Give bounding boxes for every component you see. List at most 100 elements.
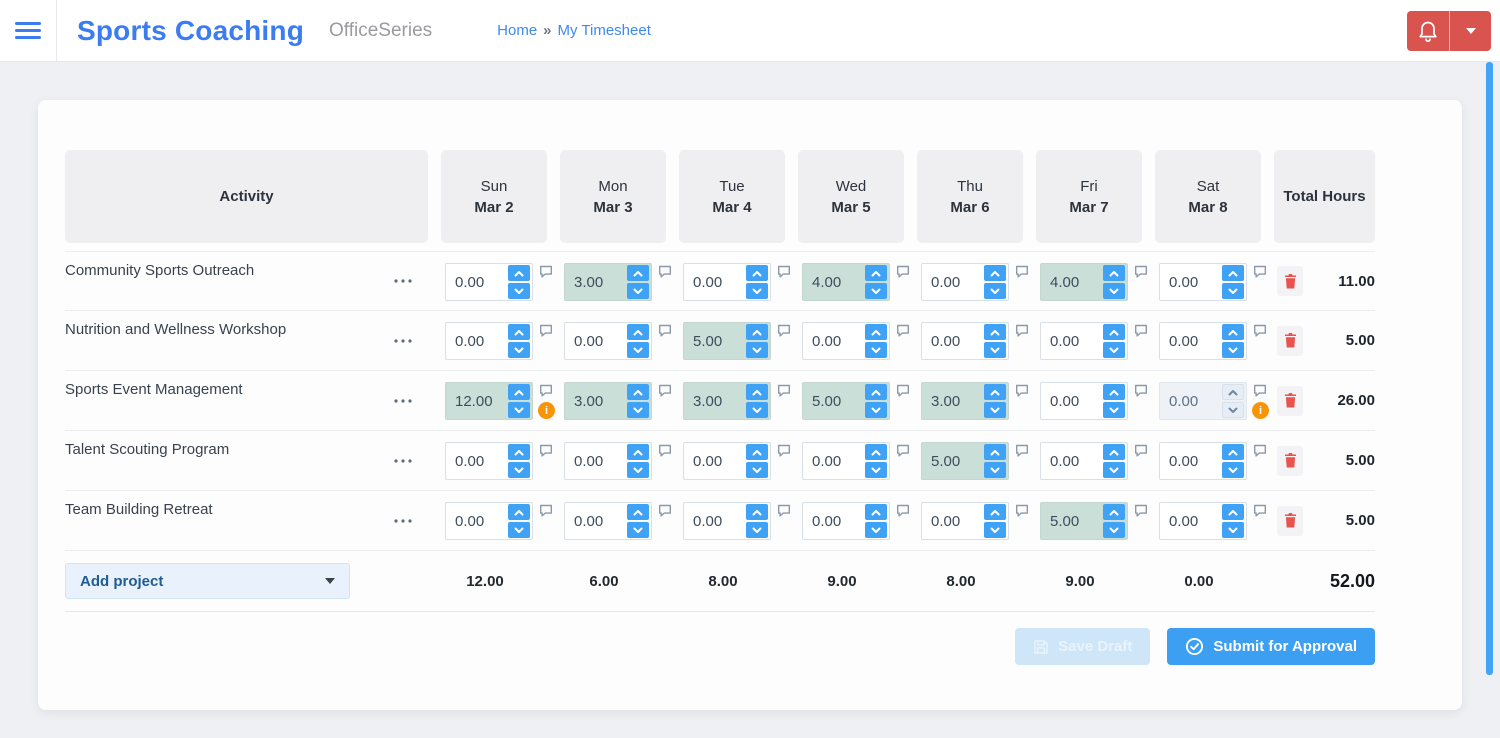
comment-icon[interactable]	[658, 444, 672, 457]
comment-icon[interactable]	[1134, 504, 1148, 517]
account-menu-button[interactable]	[1449, 10, 1491, 51]
comment-icon[interactable]	[1015, 265, 1029, 278]
spinner-down-button[interactable]	[984, 402, 1006, 418]
hours-input[interactable]: 0.00	[802, 502, 890, 540]
comment-icon[interactable]	[539, 444, 553, 457]
spinner-down-button[interactable]	[627, 462, 649, 478]
spinner-down-button[interactable]	[508, 283, 530, 299]
comment-icon[interactable]	[1134, 444, 1148, 457]
spinner-down-button[interactable]	[1222, 342, 1244, 358]
spinner-down-button[interactable]	[1103, 402, 1125, 418]
comment-icon[interactable]	[777, 384, 791, 397]
row-actions-menu[interactable]	[394, 279, 412, 283]
spinner-down-button[interactable]	[746, 342, 768, 358]
spinner-up-button[interactable]	[865, 265, 887, 281]
comment-icon[interactable]	[777, 504, 791, 517]
spinner-down-button[interactable]	[1103, 283, 1125, 299]
spinner-up-button[interactable]	[1103, 324, 1125, 340]
hours-input[interactable]: 0.00	[1159, 322, 1247, 360]
spinner-down-button[interactable]	[865, 283, 887, 299]
spinner-down-button[interactable]	[1222, 462, 1244, 478]
spinner-up-button[interactable]	[627, 265, 649, 281]
spinner-up-button[interactable]	[746, 324, 768, 340]
comment-icon[interactable]	[777, 324, 791, 337]
spinner-down-button[interactable]	[984, 522, 1006, 538]
hours-input[interactable]: 0.00	[1159, 502, 1247, 540]
comment-icon[interactable]	[1253, 265, 1267, 278]
spinner-down-button[interactable]	[1103, 342, 1125, 358]
spinner-down-button[interactable]	[1222, 283, 1244, 299]
comment-icon[interactable]	[539, 504, 553, 517]
spinner-up-button[interactable]	[746, 504, 768, 520]
hours-input[interactable]: 3.00	[564, 263, 652, 301]
spinner-down-button[interactable]	[746, 462, 768, 478]
hours-input[interactable]: 0.00	[1040, 382, 1128, 420]
delete-row-button[interactable]	[1277, 325, 1303, 356]
hours-input[interactable]: 0.00	[1159, 263, 1247, 301]
spinner-down-button[interactable]	[1222, 522, 1244, 538]
add-project-select[interactable]: Add project	[65, 563, 350, 599]
hours-input[interactable]: 3.00	[921, 382, 1009, 420]
comment-icon[interactable]	[658, 324, 672, 337]
scrollbar-thumb[interactable]	[1486, 62, 1493, 675]
spinner-up-button[interactable]	[1103, 444, 1125, 460]
hours-input[interactable]: 4.00	[802, 263, 890, 301]
spinner-up-button[interactable]	[627, 384, 649, 400]
menu-button[interactable]	[0, 0, 57, 61]
comment-icon[interactable]	[658, 384, 672, 397]
spinner-up-button[interactable]	[865, 324, 887, 340]
save-draft-button[interactable]: Save Draft	[1015, 628, 1151, 665]
hours-input[interactable]: 0.00	[683, 502, 771, 540]
submit-for-approval-button[interactable]: Submit for Approval	[1167, 628, 1375, 665]
breadcrumb-home-link[interactable]: Home	[497, 22, 537, 39]
spinner-up-button[interactable]	[865, 444, 887, 460]
spinner-up-button[interactable]	[508, 324, 530, 340]
spinner-down-button[interactable]	[865, 342, 887, 358]
row-actions-menu[interactable]	[394, 518, 412, 523]
spinner-up-button[interactable]	[1103, 504, 1125, 520]
spinner-down-button[interactable]	[508, 462, 530, 478]
spinner-down-button[interactable]	[1103, 522, 1125, 538]
spinner-up-button[interactable]	[746, 384, 768, 400]
breadcrumb-current-link[interactable]: My Timesheet	[558, 22, 651, 39]
notifications-button[interactable]	[1407, 10, 1449, 51]
spinner-up-button[interactable]	[984, 384, 1006, 400]
spinner-up-button[interactable]	[627, 504, 649, 520]
delete-row-button[interactable]	[1277, 505, 1303, 536]
comment-icon[interactable]	[777, 265, 791, 278]
comment-icon[interactable]	[539, 265, 553, 278]
comment-icon[interactable]	[539, 324, 553, 337]
spinner-up-button[interactable]	[1222, 324, 1244, 340]
hours-input[interactable]: 12.00	[445, 382, 533, 420]
hours-input[interactable]: 0.00	[564, 442, 652, 480]
spinner-down-button[interactable]	[627, 402, 649, 418]
spinner-down-button[interactable]	[984, 283, 1006, 299]
comment-icon[interactable]	[896, 384, 910, 397]
hours-input[interactable]: 0.00	[445, 322, 533, 360]
spinner-down-button[interactable]	[508, 522, 530, 538]
hours-input[interactable]: 0.00	[683, 263, 771, 301]
spinner-down-button[interactable]	[627, 522, 649, 538]
spinner-down-button[interactable]	[627, 283, 649, 299]
hours-input[interactable]: 0.00	[921, 322, 1009, 360]
hours-input[interactable]: 0.00	[802, 442, 890, 480]
spinner-up-button[interactable]	[1103, 265, 1125, 281]
spinner-up-button[interactable]	[627, 444, 649, 460]
spinner-up-button[interactable]	[865, 504, 887, 520]
spinner-up-button[interactable]	[746, 444, 768, 460]
hours-input[interactable]: 0.00	[921, 502, 1009, 540]
comment-icon[interactable]	[539, 384, 553, 397]
hours-input[interactable]: 5.00	[802, 382, 890, 420]
spinner-up-button[interactable]	[984, 444, 1006, 460]
comment-icon[interactable]	[1015, 324, 1029, 337]
row-actions-menu[interactable]	[394, 458, 412, 463]
comment-icon[interactable]	[1015, 444, 1029, 457]
spinner-down-button[interactable]	[865, 522, 887, 538]
warning-info-icon[interactable]: i	[1252, 402, 1269, 419]
spinner-down-button[interactable]	[746, 402, 768, 418]
spinner-down-button[interactable]	[508, 342, 530, 358]
spinner-down-button[interactable]	[984, 342, 1006, 358]
hours-input[interactable]: 0.00	[445, 263, 533, 301]
spinner-up-button[interactable]	[1222, 265, 1244, 281]
spinner-up-button[interactable]	[627, 324, 649, 340]
